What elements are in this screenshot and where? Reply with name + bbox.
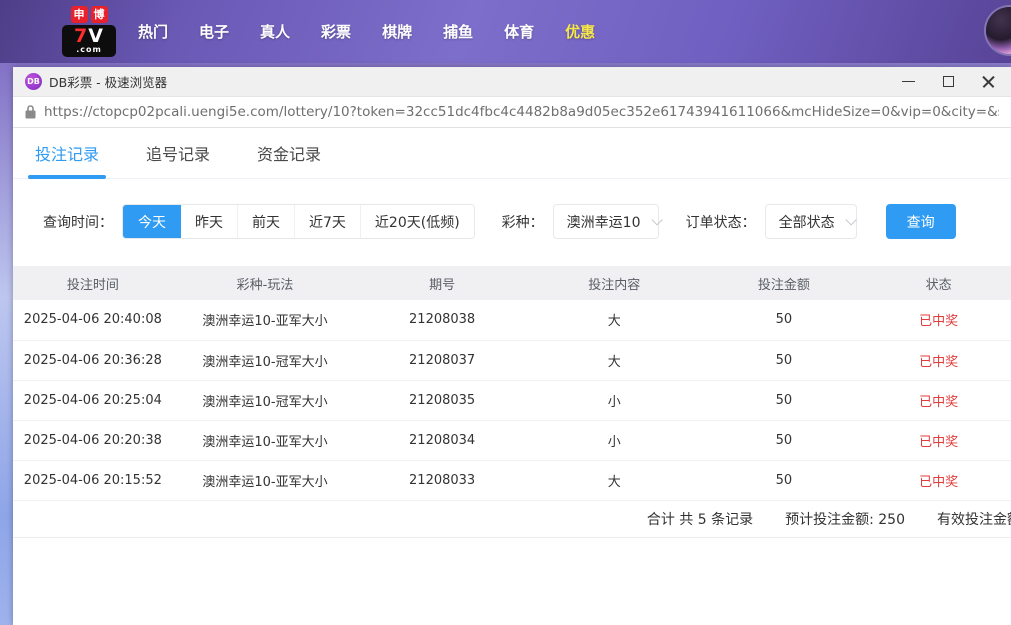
maximize-icon[interactable] — [943, 76, 954, 87]
status-filter-label: 订单状态： — [686, 212, 756, 232]
summary-bar: 合计 共 5 条记录 预计投注金额: 250 有效投注金额 — [13, 501, 1011, 538]
time-option-20days[interactable]: 近20天(低频) — [360, 205, 474, 238]
table-header-row: 投注时间 彩种-玩法 期号 投注内容 投注金额 状态 — [13, 266, 1011, 300]
logo-badge-shen: 申 — [71, 6, 88, 23]
time-option-7days[interactable]: 近7天 — [294, 205, 360, 238]
cell-game-play: 澳洲幸运10-冠军大小 — [173, 380, 358, 420]
cell-game-play: 澳洲幸运10-亚军大小 — [173, 300, 358, 340]
summary-valid-amount: 有效投注金额 — [937, 509, 1011, 529]
cell-bet-content: 大 — [527, 340, 702, 380]
lock-icon — [25, 105, 36, 119]
nav-item-hot[interactable]: 热门 — [138, 21, 168, 42]
table-row: 2025-04-06 20:15:52 澳洲幸运10-亚军大小 21208033… — [13, 460, 1011, 500]
cell-bet-time: 2025-04-06 20:36:28 — [13, 340, 173, 380]
cell-bet-amount: 50 — [702, 340, 867, 380]
lottery-select[interactable]: 澳洲幸运10 — [553, 204, 659, 239]
header-bet-amount: 投注金额 — [702, 266, 867, 300]
summary-expected-amount: 预计投注金额: 250 — [785, 509, 905, 529]
table-row: 2025-04-06 20:40:08 澳洲幸运10-亚军大小 21208038… — [13, 300, 1011, 340]
nav-item-live[interactable]: 真人 — [260, 21, 290, 42]
site-logo[interactable]: 申 博 7V .com — [62, 6, 116, 57]
bet-records-table: 投注时间 彩种-玩法 期号 投注内容 投注金额 状态 2025-04-06 20… — [13, 266, 1011, 501]
cell-bet-time: 2025-04-06 20:20:38 — [13, 420, 173, 460]
status-badge: 已中奖 — [866, 460, 1011, 500]
cell-issue: 21208038 — [357, 300, 527, 340]
window-controls — [902, 75, 999, 88]
header-status: 状态 — [866, 266, 1011, 300]
window-titlebar[interactable]: DB DB彩票 - 极速浏览器 — [13, 67, 1011, 97]
cell-bet-amount: 50 — [702, 380, 867, 420]
cell-game-play: 澳洲幸运10-亚军大小 — [173, 420, 358, 460]
header-issue: 期号 — [357, 266, 527, 300]
time-option-day-before[interactable]: 前天 — [237, 205, 294, 238]
url-bar[interactable]: https://ctopcp02pcali.uengi5e.com/lotter… — [13, 97, 1011, 128]
cell-bet-amount: 50 — [702, 460, 867, 500]
cell-bet-content: 小 — [527, 420, 702, 460]
cell-issue: 21208033 — [357, 460, 527, 500]
filter-bar: 查询时间： 今天 昨天 前天 近7天 近20天(低频) 彩种： 澳洲幸运10 订… — [43, 204, 1011, 239]
cell-issue: 21208034 — [357, 420, 527, 460]
status-badge: 已中奖 — [866, 380, 1011, 420]
cell-bet-content: 小 — [527, 380, 702, 420]
time-option-today[interactable]: 今天 — [123, 205, 181, 238]
order-status-select[interactable]: 全部状态 — [765, 204, 857, 239]
time-option-yesterday[interactable]: 昨天 — [181, 205, 237, 238]
status-badge: 已中奖 — [866, 420, 1011, 460]
nav-item-lottery[interactable]: 彩票 — [321, 21, 351, 42]
tab-fund-records[interactable]: 资金记录 — [257, 128, 321, 178]
header-bet-content: 投注内容 — [527, 266, 702, 300]
nav-item-sports[interactable]: 体育 — [504, 21, 534, 42]
record-tabs: 投注记录 追号记录 资金记录 — [13, 128, 1011, 179]
cell-bet-time: 2025-04-06 20:40:08 — [13, 300, 173, 340]
cell-bet-time: 2025-04-06 20:25:04 — [13, 380, 173, 420]
status-badge: 已中奖 — [866, 300, 1011, 340]
cell-issue: 21208035 — [357, 380, 527, 420]
cell-bet-content: 大 — [527, 460, 702, 500]
status-badge: 已中奖 — [866, 340, 1011, 380]
chevron-down-icon — [845, 214, 856, 225]
search-button[interactable]: 查询 — [886, 204, 956, 239]
status-selected-value: 全部状态 — [779, 212, 835, 232]
cell-game-play: 澳洲幸运10-亚军大小 — [173, 460, 358, 500]
site-top-nav: 申 博 7V .com 热门 电子 真人 彩票 棋牌 捕鱼 体育 优惠 — [0, 0, 1011, 63]
time-range-group: 今天 昨天 前天 近7天 近20天(低频) — [122, 204, 475, 239]
logo-badge-bo: 博 — [91, 6, 108, 23]
nav-item-fishing[interactable]: 捕鱼 — [443, 21, 473, 42]
header-game-play: 彩种-玩法 — [173, 266, 358, 300]
logo-v: V — [88, 25, 104, 47]
logo-badges: 申 博 — [62, 6, 116, 23]
table-row: 2025-04-06 20:25:04 澳洲幸运10-冠军大小 21208035… — [13, 380, 1011, 420]
cell-bet-time: 2025-04-06 20:15:52 — [13, 460, 173, 500]
cell-bet-amount: 50 — [702, 300, 867, 340]
cell-bet-content: 大 — [527, 300, 702, 340]
tab-chase-records[interactable]: 追号记录 — [146, 128, 210, 178]
cell-game-play: 澳洲幸运10-冠军大小 — [173, 340, 358, 380]
lottery-filter-label: 彩种： — [502, 212, 544, 232]
nav-items: 热门 电子 真人 彩票 棋牌 捕鱼 体育 优惠 — [138, 21, 595, 42]
db-favicon-icon: DB — [25, 73, 42, 90]
minimize-icon[interactable] — [902, 81, 915, 82]
nav-item-slots[interactable]: 电子 — [199, 21, 229, 42]
chevron-down-icon — [651, 214, 662, 225]
nav-item-cards[interactable]: 棋牌 — [382, 21, 412, 42]
tab-bet-records[interactable]: 投注记录 — [35, 128, 99, 178]
time-filter-label: 查询时间： — [43, 212, 113, 232]
summary-total-records: 合计 共 5 条记录 — [647, 509, 753, 529]
cell-bet-amount: 50 — [702, 420, 867, 460]
logo-block: 7V .com — [62, 25, 116, 57]
page-content: 投注记录 追号记录 资金记录 查询时间： 今天 昨天 前天 近7天 近20天(低… — [13, 128, 1011, 625]
header-bet-time: 投注时间 — [13, 266, 173, 300]
logo-com: .com — [66, 46, 112, 54]
window-title: DB彩票 - 极速浏览器 — [49, 72, 167, 91]
browser-window: DB DB彩票 - 极速浏览器 https://ctopcp02pcali.ue… — [13, 67, 1011, 625]
nav-item-promo[interactable]: 优惠 — [565, 21, 595, 42]
lottery-selected-value: 澳洲幸运10 — [567, 212, 641, 232]
url-text[interactable]: https://ctopcp02pcali.uengi5e.com/lotter… — [44, 104, 999, 120]
close-icon[interactable] — [982, 75, 995, 88]
cell-issue: 21208037 — [357, 340, 527, 380]
table-row: 2025-04-06 20:20:38 澳洲幸运10-亚军大小 21208034… — [13, 420, 1011, 460]
table-row: 2025-04-06 20:36:28 澳洲幸运10-冠军大小 21208037… — [13, 340, 1011, 380]
logo-7: 7 — [74, 25, 88, 47]
